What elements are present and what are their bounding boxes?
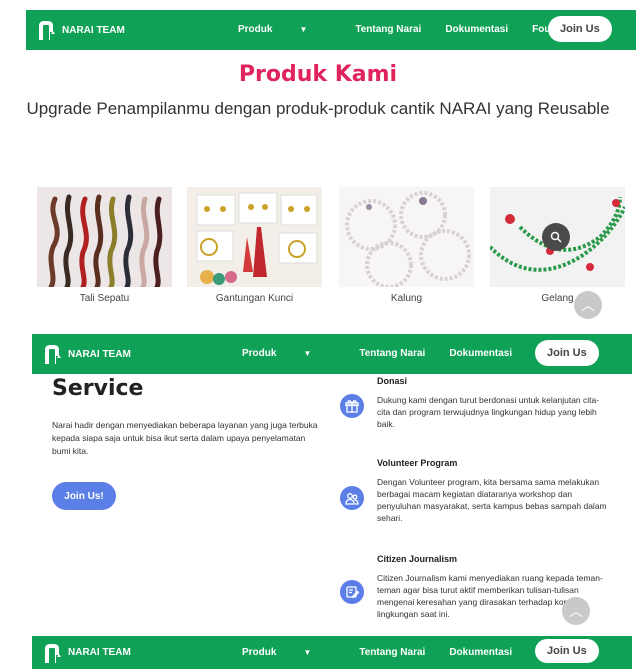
- gift-icon: [340, 394, 364, 418]
- brand[interactable]: NARAI TEAM: [38, 20, 125, 40]
- product-image: [339, 187, 474, 287]
- product-image: [187, 187, 322, 287]
- product-card[interactable]: Kalung: [339, 187, 474, 304]
- narai-logo-icon: [45, 643, 62, 663]
- product-card[interactable]: Gelang: [490, 187, 625, 304]
- nav-tentang-narai[interactable]: Tentang Narai: [359, 348, 425, 359]
- nav-tentang-narai[interactable]: Tentang Narai: [359, 647, 425, 658]
- chevron-up-icon: ︿: [581, 297, 595, 313]
- product-label: Gantungan Kunci: [215, 293, 294, 304]
- brand-name: NARAI TEAM: [68, 348, 131, 360]
- product-card[interactable]: Tali Sepatu: [37, 187, 172, 304]
- scroll-to-top-button[interactable]: ︿: [562, 597, 590, 625]
- brand-name: NARAI TEAM: [62, 24, 125, 36]
- product-card[interactable]: Gantungan Kunci: [187, 187, 322, 304]
- product-label: Gelang: [541, 293, 574, 304]
- product-label: Tali Sepatu: [79, 293, 130, 304]
- zoom-icon[interactable]: [542, 223, 570, 251]
- nav-produk[interactable]: Produk ▼: [242, 647, 335, 658]
- service-text: Dukung kami dengan turut berdonasi untuk…: [377, 395, 600, 429]
- join-us-cta-button[interactable]: Join Us!: [52, 482, 116, 510]
- join-us-button[interactable]: Join Us: [535, 340, 599, 366]
- nav-dokumentasi[interactable]: Dokumentasi: [445, 24, 508, 35]
- product-label: Kalung: [390, 293, 423, 304]
- edit-icon: [340, 580, 364, 604]
- product-image: [37, 187, 172, 287]
- narai-logo-icon: [39, 21, 56, 40]
- narai-logo-icon: [45, 345, 62, 364]
- service-text: Dengan Volunteer program, kita bersama s…: [377, 477, 607, 523]
- nav-tentang-narai[interactable]: Tentang Narai: [355, 24, 421, 35]
- nav-dokumentasi[interactable]: Dokumentasi: [449, 348, 512, 359]
- people-icon: [340, 486, 364, 510]
- service-title: Service: [52, 376, 144, 401]
- product-image: [490, 187, 625, 287]
- brand[interactable]: NARAI TEAM: [44, 643, 131, 663]
- nav-produk[interactable]: Produk ▼: [238, 24, 331, 35]
- brand[interactable]: NARAI TEAM: [44, 344, 131, 364]
- join-us-button[interactable]: Join Us: [548, 16, 612, 42]
- caret-down-icon: ▼: [299, 25, 308, 34]
- navbar: NARAI TEAM Produk ▼ Tentang Narai Dokumen…: [26, 10, 636, 50]
- caret-down-icon: ▼: [303, 648, 312, 657]
- join-us-button[interactable]: Join Us: [535, 639, 599, 663]
- service-heading: Citizen Journalism: [377, 554, 458, 564]
- caret-down-icon: ▼: [303, 349, 312, 358]
- navbar: NARAI TEAM Produk ▼ Tentang Narai Dokumen…: [32, 334, 632, 374]
- scroll-to-top-button[interactable]: ︿: [574, 291, 602, 319]
- chevron-up-icon: ︿: [569, 603, 583, 619]
- brand-name: NARAI TEAM: [68, 647, 131, 658]
- nav-dokumentasi[interactable]: Dokumentasi: [449, 647, 512, 658]
- service-heading: Donasi: [377, 376, 408, 386]
- navbar: NARAI TEAM Produk ▼ Tentang Narai Dokumen…: [32, 636, 632, 669]
- nav-produk[interactable]: Produk ▼: [242, 348, 335, 359]
- products-subtitle: Upgrade Penampilanmu dengan produk-produ…: [26, 99, 610, 118]
- service-heading: Volunteer Program: [377, 458, 458, 468]
- products-title: Produk Kami: [238, 62, 398, 87]
- service-description: Narai hadir dengan menyediakan beberapa …: [52, 420, 318, 456]
